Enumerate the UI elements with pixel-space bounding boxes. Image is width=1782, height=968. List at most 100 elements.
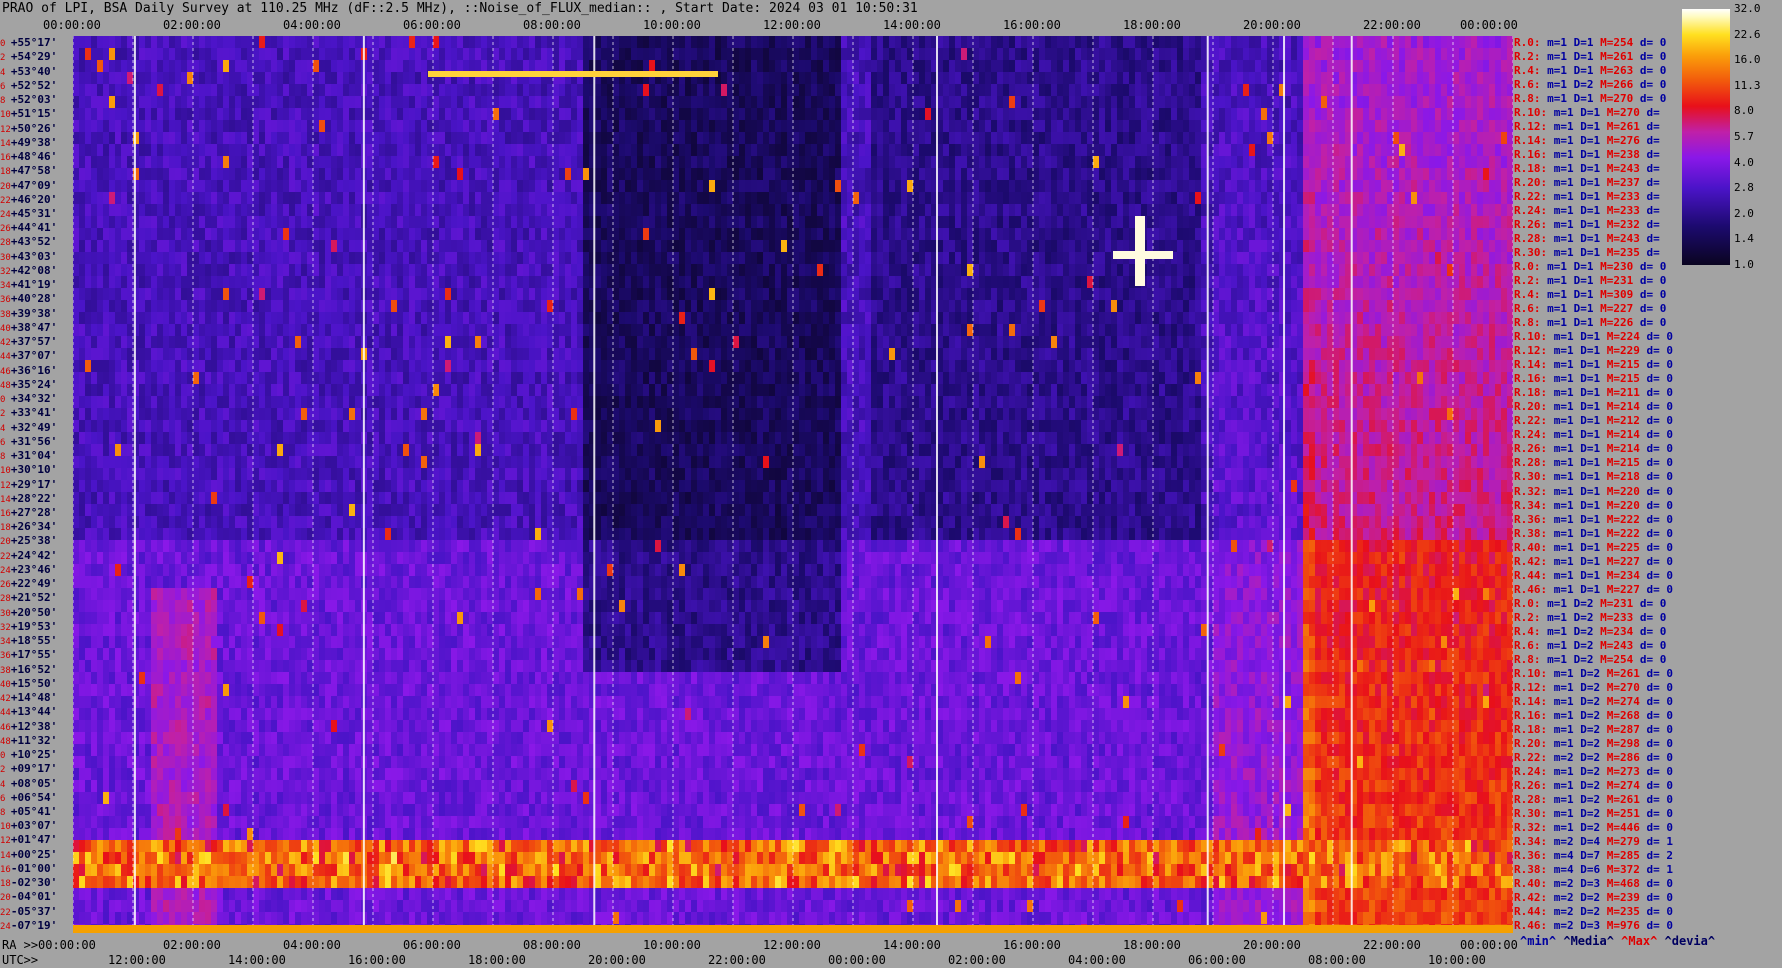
heatmap-cell — [1129, 120, 1135, 132]
heatmap-cell — [1417, 156, 1423, 168]
heatmap-cell — [199, 216, 205, 228]
heatmap-cell — [1099, 108, 1105, 120]
heatmap-cell — [463, 180, 469, 192]
heatmap-cell — [1189, 252, 1195, 264]
heatmap-cell — [853, 168, 859, 180]
heatmap-cell — [1291, 96, 1297, 108]
heatmap-cell — [1303, 48, 1309, 60]
heatmap-cell — [1477, 192, 1483, 204]
heatmap-cell — [1195, 204, 1201, 216]
heatmap-cell — [541, 84, 547, 96]
heatmap-cell — [943, 228, 949, 240]
heatmap-cell — [817, 72, 823, 84]
heatmap-cell — [1465, 132, 1471, 144]
heatmap-cell — [229, 180, 235, 192]
heatmap-cell — [955, 60, 961, 72]
heatmap-cell — [175, 264, 181, 276]
heatmap-cell — [445, 252, 451, 264]
heatmap-cell — [1333, 108, 1339, 120]
heatmap-cell — [217, 132, 223, 144]
heatmap-cell — [565, 36, 571, 48]
heatmap-cell — [1357, 108, 1363, 120]
heatmap-cell — [673, 60, 679, 72]
heatmap-cell — [1063, 252, 1069, 264]
heatmap-cell — [163, 60, 169, 72]
declination-value: +10°25' — [10, 748, 58, 762]
declination-value: +23°46' — [10, 562, 58, 576]
heatmap-cell — [895, 240, 901, 252]
heatmap-cell — [313, 228, 319, 240]
heatmap-cell — [469, 228, 475, 240]
heatmap-cell — [943, 192, 949, 204]
heatmap-cell — [973, 156, 979, 168]
heatmap-cell — [1285, 204, 1291, 216]
heatmap-cell — [295, 156, 301, 168]
heatmap-cell — [625, 192, 631, 204]
heatmap-cell — [115, 204, 121, 216]
heatmap-cell — [817, 120, 823, 132]
heatmap-cell — [1171, 132, 1177, 144]
heatmap-cell — [1423, 132, 1429, 144]
heatmap-cell — [1315, 192, 1321, 204]
heatmap-cell — [697, 156, 703, 168]
heatmap-cell — [919, 228, 925, 240]
heatmap-cell — [853, 264, 859, 276]
heatmap-cell — [295, 264, 301, 276]
heatmap-cell — [1327, 228, 1333, 240]
heatmap-cell — [901, 216, 907, 228]
heatmap-cell — [721, 144, 727, 156]
heatmap-cell — [1129, 48, 1135, 60]
heatmap-cell — [1117, 192, 1123, 204]
heatmap-cell — [697, 60, 703, 72]
heatmap-cell — [721, 36, 727, 48]
row-index: 0 — [0, 395, 11, 406]
heatmap-cell — [1033, 252, 1039, 264]
heatmap-cell — [493, 120, 499, 132]
heatmap-cell — [1489, 72, 1495, 84]
heatmap-cell — [211, 180, 217, 192]
heatmap-cell — [865, 108, 871, 120]
heatmap-cell — [1255, 48, 1261, 60]
heatmap-cell — [157, 96, 163, 108]
heatmap-cell — [799, 84, 805, 96]
heatmap-cell — [1387, 120, 1393, 132]
heatmap-cell — [637, 168, 643, 180]
heatmap-cell — [925, 252, 931, 264]
heatmap-cell — [1387, 96, 1393, 108]
heatmap-cell — [1393, 72, 1399, 84]
heatmap-cell — [997, 240, 1003, 252]
heatmap-cell — [1183, 72, 1189, 84]
heatmap-cell — [1009, 108, 1015, 120]
heatmap-cell — [877, 36, 883, 48]
declination-value: +19°53' — [10, 619, 58, 633]
heatmap-cell — [1123, 228, 1129, 240]
heatmap-cell — [961, 180, 967, 192]
heatmap-cell — [1009, 264, 1015, 276]
declination-label: 20-04°01' — [0, 891, 57, 904]
heatmap-cell — [517, 156, 523, 168]
heatmap-cell — [1177, 144, 1183, 156]
heatmap-cell — [433, 192, 439, 204]
heatmap-cell — [1435, 108, 1441, 120]
heatmap-cell — [457, 180, 463, 192]
heatmap-cell — [1357, 120, 1363, 132]
heatmap-cell — [385, 216, 391, 228]
heatmap-cell — [421, 84, 427, 96]
heatmap-cell — [583, 60, 589, 72]
heatmap-cell — [961, 132, 967, 144]
heatmap-cell — [829, 204, 835, 216]
heatmap-cell — [631, 180, 637, 192]
heatmap-cell — [997, 264, 1003, 276]
heatmap-cell — [259, 108, 265, 120]
heatmap-cell — [1219, 84, 1225, 96]
heatmap-cell — [985, 156, 991, 168]
heatmap-cell — [547, 144, 553, 156]
heatmap-cell — [583, 84, 589, 96]
heatmap-cell — [1429, 60, 1435, 72]
heatmap-cell — [1231, 204, 1237, 216]
heatmap-cell — [259, 216, 265, 228]
heatmap-cell — [109, 240, 115, 252]
heatmap-cell — [535, 264, 541, 276]
heatmap-cell — [469, 180, 475, 192]
heatmap-cell — [655, 108, 661, 120]
